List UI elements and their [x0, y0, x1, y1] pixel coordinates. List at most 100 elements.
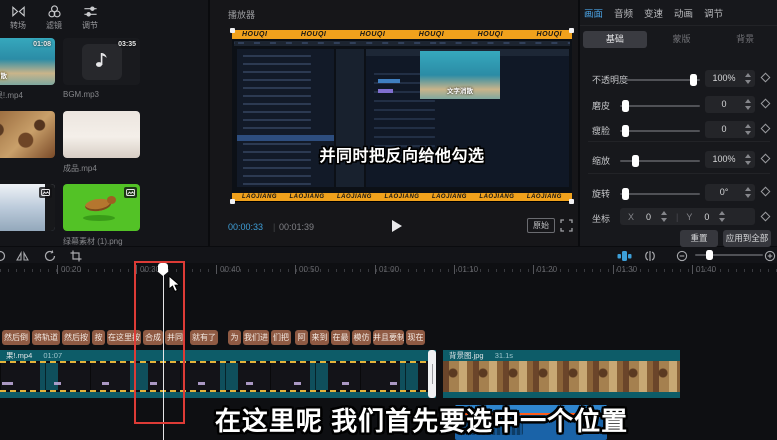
slider-track[interactable] — [620, 79, 700, 81]
subtitle-clip[interactable]: 并且要制 — [373, 330, 404, 345]
slider-track[interactable] — [620, 105, 700, 107]
media-item-beach[interactable]: 文字消散01:08 — [0, 38, 55, 85]
music-note-icon — [94, 50, 110, 73]
player-subtitle: 并同时把反向给他勾选 — [232, 142, 572, 166]
divider — [588, 173, 770, 174]
image-clip[interactable]: 背景图.jpg 31.1s — [443, 350, 680, 398]
tab-音频[interactable]: 音频 — [614, 6, 633, 20]
media-item-clouds[interactable] — [0, 184, 55, 231]
properties-panel: 画面音频变速动画调节 基础蒙版背景 不透明度100%磨皮0瘦脸0缩放100%旋转… — [580, 0, 777, 246]
x-label: X — [628, 212, 634, 222]
value-stepper[interactable] — [745, 187, 751, 198]
media-item-caption: 程]...果!.mp4 — [0, 90, 58, 101]
ruler-label: 01:20 — [533, 265, 557, 274]
keyframe-diamond-icon[interactable] — [761, 212, 771, 222]
timeline-ruler[interactable]: 00:2000:3000:4000:5001:0001:1001:2001:30… — [0, 263, 777, 277]
video-corner-handle[interactable] — [230, 28, 235, 33]
subtitle-clip[interactable]: 按 — [92, 330, 105, 345]
x-stepper[interactable] — [661, 211, 667, 222]
slider-row-缩放: 缩放100% — [580, 149, 777, 167]
y-stepper[interactable] — [719, 211, 725, 222]
image-thumbnails — [443, 361, 680, 392]
value-stepper[interactable] — [745, 154, 751, 165]
video-corner-handle[interactable] — [569, 28, 574, 33]
keyframe-diamond-icon[interactable] — [761, 73, 771, 83]
inset-label: 文字消散 — [420, 85, 500, 95]
slider-handle[interactable] — [622, 100, 629, 112]
slider-value: 0 — [705, 96, 743, 113]
subtitle-clip[interactable]: 就有了 — [190, 330, 218, 345]
screen-recording-mid-panel — [336, 49, 364, 187]
media-item-caption: jpg — [0, 163, 58, 172]
tool-转场[interactable]: 转场 — [6, 2, 30, 36]
original-quality-button[interactable]: 原始 — [527, 218, 555, 233]
subtitle-clip[interactable]: 然后按 — [62, 330, 90, 345]
video-corner-handle[interactable] — [569, 199, 574, 204]
subtitle-clip[interactable]: 们把 — [271, 330, 291, 345]
tab-动画[interactable]: 动画 — [674, 6, 693, 20]
value-stepper[interactable] — [745, 99, 751, 110]
slider-handle[interactable] — [622, 125, 629, 137]
fullscreen-icon[interactable] — [560, 219, 573, 237]
slider-handle[interactable] — [622, 188, 629, 200]
subtab-蒙版[interactable]: 蒙版 — [650, 31, 714, 48]
value-stepper[interactable] — [745, 73, 751, 84]
tab-变速[interactable]: 变速 — [644, 6, 663, 20]
tool-滤镜[interactable]: 滤镜 — [42, 2, 66, 36]
media-item-tiger[interactable] — [63, 184, 140, 231]
tutorial-subtitle: 在这里呢 我们首先要选中一个位置 — [33, 401, 777, 438]
play-button[interactable] — [392, 220, 402, 232]
subtitle-clip[interactable]: 我们进 — [243, 330, 269, 345]
keyframe-diamond-icon[interactable] — [761, 124, 771, 134]
keyframe-diamond-icon[interactable] — [761, 154, 771, 164]
subtitle-clip[interactable]: 将轨道 — [32, 330, 60, 345]
subtitle-clip[interactable]: 阿 — [295, 330, 308, 345]
clip-trim-handle[interactable] — [428, 350, 436, 398]
subtab-背景[interactable]: 背景 — [713, 31, 777, 48]
slider-track[interactable] — [620, 160, 700, 162]
slider-handle[interactable] — [632, 155, 639, 167]
clip-duration: 31.1s — [495, 351, 513, 360]
divider — [580, 25, 777, 26]
value-box: 100% — [705, 151, 755, 168]
screen-recording-selected-row — [237, 135, 334, 141]
keyframe-diamond-icon[interactable] — [761, 99, 771, 109]
reset-button[interactable]: 重置 — [680, 230, 718, 247]
ruler-label: 00:40 — [216, 265, 240, 274]
tab-画面[interactable]: 画面 — [584, 6, 603, 20]
keyframe-diamond-icon[interactable] — [761, 187, 771, 197]
media-item-audio[interactable]: 03:35 — [63, 38, 140, 85]
media-item-donuts[interactable] — [0, 111, 55, 158]
clip-footer — [0, 392, 436, 398]
timeline-zoom-handle[interactable] — [706, 250, 713, 260]
subtitle-clip[interactable]: 在最 — [331, 330, 350, 345]
duration-badge: 01:08 — [33, 41, 51, 48]
video-clip-selected[interactable]: 果!.mp4 01:07 — [0, 350, 436, 398]
subtitle-clip[interactable]: 现在 — [406, 330, 425, 345]
subtab-基础[interactable]: 基础 — [583, 31, 647, 48]
slider-row-旋转: 旋转0° — [580, 182, 777, 200]
subtitle-clip[interactable]: 模仿 — [352, 330, 371, 345]
player-video[interactable]: HOUQIHOUQIHOUQIHOUQIHOUQIHOUQI 文字消散 并同时把… — [232, 30, 572, 202]
video-corner-handle[interactable] — [230, 199, 235, 204]
subtitle-clip[interactable]: 然后倒 — [2, 330, 30, 345]
apply-to-all-button[interactable]: 应用到全部 — [723, 230, 771, 247]
watermark-top-bar: HOUQIHOUQIHOUQIHOUQIHOUQIHOUQI — [232, 30, 572, 39]
subtitle-clip[interactable]: 来到 — [310, 330, 329, 345]
subtitle-clip[interactable]: 为 — [228, 330, 241, 345]
slider-label: 旋转 — [592, 187, 610, 200]
time-separator: | — [273, 222, 275, 232]
watermark-text: LAOJIANG — [289, 194, 324, 200]
tool-调节[interactable]: 调节 — [78, 2, 102, 36]
tool-label: 转场 — [6, 20, 30, 31]
media-item-bedroom[interactable] — [63, 111, 140, 158]
slider-handle[interactable] — [690, 74, 697, 86]
tab-调节[interactable]: 调节 — [704, 6, 723, 20]
tiger-shadow — [83, 215, 115, 221]
value-stepper[interactable] — [745, 124, 751, 135]
slider-track[interactable] — [620, 193, 700, 195]
slider-track[interactable] — [620, 130, 700, 132]
clip-name: 背景图.jpg — [449, 351, 484, 360]
watermark-text: LAOJIANG — [242, 194, 277, 200]
slider-label: 磨皮 — [592, 99, 610, 112]
